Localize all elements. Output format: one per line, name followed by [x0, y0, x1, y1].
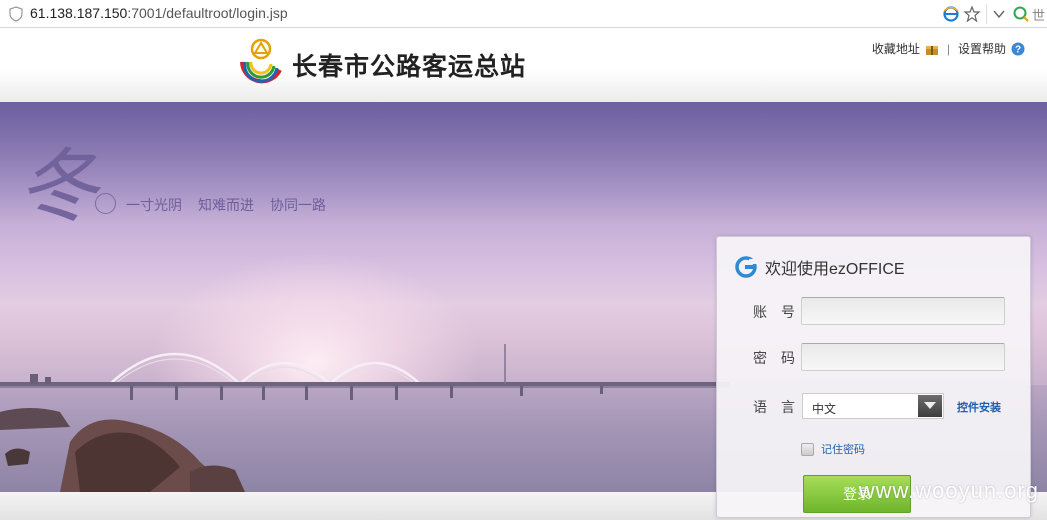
star-icon[interactable]	[963, 5, 981, 23]
install-control-link[interactable]: 控件安装	[957, 399, 1001, 415]
svg-text:?: ?	[1015, 44, 1021, 55]
ie-icon[interactable]	[942, 5, 960, 23]
top-links: 收藏地址 | 设置帮助 ?	[872, 40, 1025, 57]
site-header: 长春市公路客运总站 收藏地址 | 设置帮助 ?	[0, 29, 1047, 102]
login-title-row: 欢迎使用ezOFFICE	[735, 255, 905, 279]
settings-help-link[interactable]: 设置帮助	[958, 40, 1006, 57]
site-title: 长春市公路客运总站	[292, 53, 527, 81]
account-input[interactable]	[801, 297, 1005, 325]
link-divider: |	[946, 41, 950, 56]
rocks-illustration	[0, 408, 245, 492]
slogans: 一寸光阴 知难而进 协同一路	[126, 195, 326, 215]
language-select[interactable]: 中文	[802, 393, 944, 419]
company-logo	[240, 38, 282, 84]
password-input[interactable]	[801, 343, 1005, 371]
account-label: 账 号	[753, 304, 795, 320]
help-icon[interactable]: ?	[1011, 42, 1025, 56]
remember-password[interactable]: 记住密码	[801, 441, 865, 457]
season-circle	[95, 193, 116, 214]
language-label: 语 言	[753, 399, 795, 415]
season-character: 冬	[18, 140, 98, 233]
url-path: :7001/defaultroot/login.jsp	[127, 5, 288, 21]
world-glyph: 世	[1032, 8, 1046, 23]
browser-address-bar: 61.138.187.150:7001/defaultroot/login.js…	[0, 0, 1047, 28]
dropdown-arrow-button[interactable]	[918, 395, 942, 417]
login-title: 欢迎使用ezOFFICE	[765, 261, 905, 278]
login-panel: 欢迎使用ezOFFICE 账 号 密 码 语 言 中文 控件安装 记住密码 登录	[716, 236, 1031, 518]
gift-icon	[925, 45, 938, 55]
watermark-text: www.wooyun.org	[858, 478, 1039, 503]
remember-label[interactable]: 记住密码	[821, 441, 865, 457]
dropdown-icon[interactable]	[990, 5, 1008, 23]
toolbar-separator	[986, 4, 987, 24]
remember-checkbox[interactable]	[801, 442, 814, 456]
language-value: 中文	[812, 402, 837, 416]
url-host: 61.138.187.150	[30, 5, 128, 21]
slogan-item: 知难而进	[198, 197, 254, 213]
slogan-item: 一寸光阴	[126, 197, 182, 213]
password-label: 密 码	[753, 350, 795, 366]
search-icon[interactable]	[1012, 5, 1030, 23]
url-text[interactable]: 61.138.187.150:7001/defaultroot/login.js…	[30, 5, 288, 21]
shield-icon	[9, 6, 23, 22]
slogan-item: 协同一路	[270, 197, 326, 213]
chevron-down-icon	[924, 402, 936, 409]
ezoffice-logo-icon	[735, 256, 757, 278]
favorite-link[interactable]: 收藏地址	[872, 40, 920, 57]
